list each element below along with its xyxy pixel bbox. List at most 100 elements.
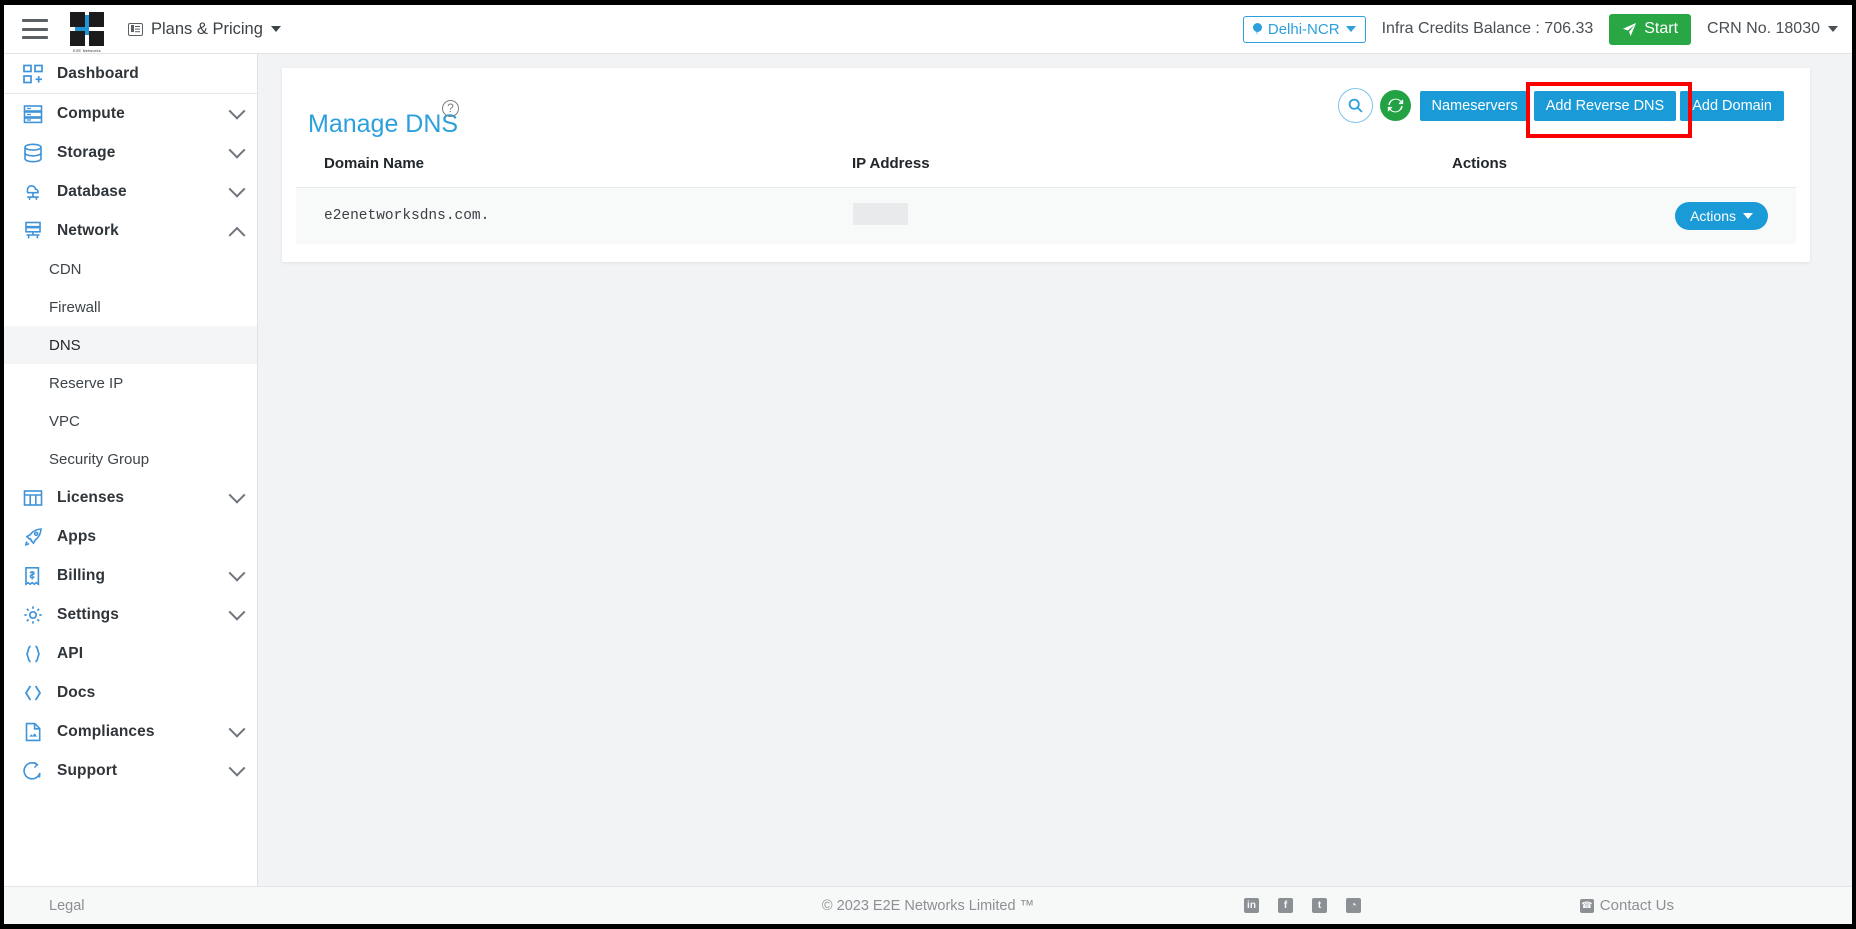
add-reverse-dns-highlight: Add Reverse DNS	[1525, 81, 1693, 138]
chevron-up-icon	[228, 226, 246, 244]
sidebar-item-security-group[interactable]: Security Group	[4, 440, 257, 478]
sidebar-item-network[interactable]: Network	[4, 211, 257, 250]
sidebar-item-api[interactable]: API	[4, 634, 257, 673]
sidebar-navigation: Dashboard Compute Storage Database Netwo…	[4, 54, 258, 886]
facebook-icon[interactable]: f	[1278, 898, 1293, 913]
sidebar-item-label: Dashboard	[57, 64, 139, 82]
contact-us-link[interactable]: ☎ Contact Us	[1579, 897, 1674, 914]
logo-caption: E2E Networks	[73, 48, 101, 53]
topbar-right-group: Delhi-NCR Infra Credits Balance : 706.33…	[1242, 5, 1852, 53]
search-button[interactable]	[1337, 88, 1373, 123]
nameservers-button[interactable]: Nameservers	[1419, 90, 1530, 121]
sidebar-item-label: Database	[57, 182, 127, 200]
add-domain-button[interactable]: Add Domain	[1680, 90, 1784, 121]
question-mark-icon[interactable]: ?	[442, 100, 459, 117]
sidebar-item-label: Compute	[57, 104, 125, 122]
top-navigation-bar: E2E Networks Plans & Pricing Delhi-NCR I…	[4, 5, 1852, 54]
invoice-dollar-icon	[22, 565, 44, 587]
server-icon	[22, 103, 44, 125]
sidebar-item-label: Storage	[57, 143, 116, 161]
sidebar-item-label: Network	[57, 221, 119, 239]
dashboard-icon	[22, 63, 44, 85]
column-header-actions: Actions	[1452, 141, 1796, 188]
sidebar-item-licenses[interactable]: Licenses	[4, 478, 257, 517]
main-content: Manage DNS ? Nameservers Add Reverse DNS…	[258, 54, 1852, 886]
start-button[interactable]: Start	[1609, 13, 1692, 45]
rss-icon[interactable]: ◔	[1346, 898, 1361, 913]
sidebar-item-apps[interactable]: Apps	[4, 517, 257, 556]
sidebar-item-dashboard[interactable]: Dashboard	[4, 54, 257, 94]
sidebar-item-reserve-ip[interactable]: Reserve IP	[4, 364, 257, 402]
sidebar-subitem-label: DNS	[49, 336, 81, 354]
sidebar-item-dns[interactable]: DNS	[4, 326, 257, 364]
cell-domain-name: e2enetworksdns.com.	[296, 187, 852, 244]
support-chat-icon	[22, 760, 44, 782]
sidebar-item-billing[interactable]: Billing	[4, 556, 257, 595]
legal-link[interactable]: Legal	[49, 898, 84, 914]
column-header-domain-name: Domain Name	[296, 141, 852, 188]
add-reverse-dns-button[interactable]: Add Reverse DNS	[1533, 90, 1677, 121]
network-icon	[22, 220, 44, 242]
dns-domains-table: Domain Name IP Address Actions e2enetwor…	[296, 141, 1796, 244]
chevron-down-icon	[1345, 26, 1356, 32]
cell-ip-address	[852, 187, 1452, 244]
app-window: E2E Networks Plans & Pricing Delhi-NCR I…	[4, 5, 1852, 924]
table-header: Domain Name IP Address Actions	[296, 141, 1796, 188]
gear-icon	[22, 604, 44, 626]
crn-account-menu[interactable]: CRN No. 18030	[1707, 20, 1838, 38]
table-row: e2enetworksdns.com. Actions	[296, 187, 1796, 244]
column-header-ip-address: IP Address	[852, 141, 1452, 188]
rocket-icon	[22, 526, 44, 548]
e2e-networks-logo[interactable]: E2E Networks	[70, 12, 104, 53]
chevron-down-icon	[228, 180, 246, 198]
search-icon	[1348, 98, 1363, 113]
page-title: Manage DNS	[308, 109, 459, 138]
braces-icon	[22, 643, 44, 665]
sidebar-item-settings[interactable]: Settings	[4, 595, 257, 634]
chevron-down-icon	[1828, 26, 1838, 32]
sidebar-item-compute[interactable]: Compute	[4, 94, 257, 133]
sidebar-item-label: Apps	[57, 527, 97, 545]
license-grid-icon	[22, 487, 44, 509]
page-footer: Legal © 2023 E2E Networks Limited ™ in f…	[4, 886, 1852, 924]
location-pin-icon	[1252, 23, 1262, 35]
row-actions-button[interactable]: Actions	[1675, 201, 1768, 230]
chevron-down-icon	[228, 720, 246, 738]
sidebar-item-firewall[interactable]: Firewall	[4, 288, 257, 326]
twitter-icon[interactable]: t	[1312, 898, 1327, 913]
sidebar-item-vpc[interactable]: VPC	[4, 402, 257, 440]
start-label: Start	[1644, 20, 1679, 37]
plans-and-pricing-menu[interactable]: Plans & Pricing	[128, 20, 281, 39]
row-actions-label: Actions	[1690, 207, 1736, 224]
sidebar-item-database[interactable]: Database	[4, 172, 257, 211]
page-toolbar: Nameservers Add Reverse DNS Add Domain	[1337, 81, 1784, 138]
manage-dns-card: Manage DNS ? Nameservers Add Reverse DNS…	[282, 68, 1810, 262]
hamburger-menu-icon[interactable]	[22, 19, 48, 39]
region-label: Delhi-NCR	[1267, 20, 1340, 38]
cloud-database-icon	[22, 181, 44, 203]
region-selector[interactable]: Delhi-NCR	[1242, 15, 1366, 43]
sidebar-item-storage[interactable]: Storage	[4, 133, 257, 172]
sidebar-item-docs[interactable]: Docs	[4, 673, 257, 712]
list-icon	[128, 22, 143, 36]
sidebar-item-label: API	[57, 644, 84, 662]
cell-actions: Actions	[1452, 187, 1796, 244]
code-brackets-icon	[22, 682, 44, 704]
sidebar-subitem-label: CDN	[49, 260, 82, 278]
sidebar-item-compliances[interactable]: Compliances	[4, 712, 257, 751]
chevron-down-icon	[270, 26, 281, 32]
send-icon	[1623, 22, 1637, 36]
sidebar-subitem-label: Security Group	[49, 450, 150, 468]
sidebar-subitem-label: Reserve IP	[49, 374, 124, 392]
linkedin-icon[interactable]: in	[1244, 898, 1259, 913]
database-stack-icon	[22, 142, 44, 164]
sidebar-item-label: Support	[57, 761, 118, 779]
refresh-button[interactable]	[1379, 90, 1411, 121]
infra-credits-balance: Infra Credits Balance : 706.33	[1381, 20, 1594, 37]
sidebar-subitem-label: VPC	[49, 412, 80, 430]
crn-label: CRN No. 18030	[1707, 20, 1820, 37]
sidebar-item-support[interactable]: Support	[4, 751, 257, 790]
sidebar-item-label: Docs	[57, 683, 96, 701]
chevron-down-icon	[228, 141, 246, 159]
sidebar-item-cdn[interactable]: CDN	[4, 250, 257, 288]
